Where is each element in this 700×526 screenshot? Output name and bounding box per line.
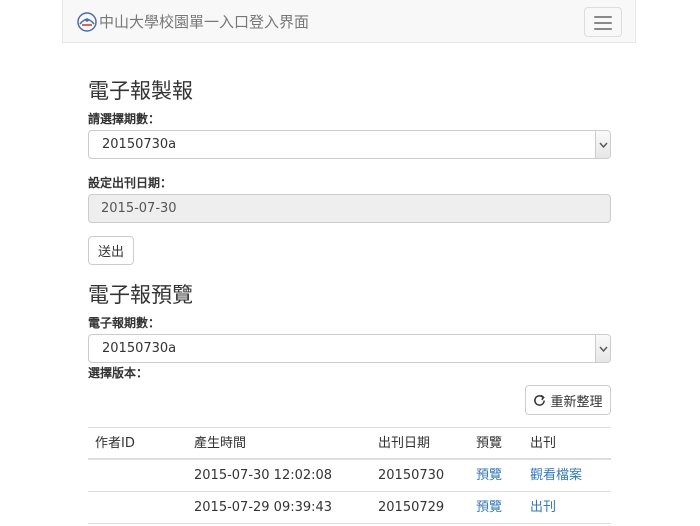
brand[interactable]: 中山大學校園單一入口登入界面: [77, 12, 309, 32]
col-preview-header: 預覽: [476, 436, 503, 451]
preview-link[interactable]: 預覽: [476, 492, 502, 523]
nsysu-logo-icon: [77, 12, 97, 32]
table-header-row: 作者ID 產生時間 出刊日期 預覽 出刊: [88, 428, 611, 460]
navbar-toggle-button[interactable]: [584, 7, 622, 37]
publish-heading: 電子報製報: [88, 79, 193, 103]
col-created-header: 產生時間: [194, 436, 247, 451]
issue-select-value: 20150730a: [102, 137, 177, 152]
view-file-link[interactable]: 觀看檔案: [530, 460, 582, 491]
col-publish-header: 出刊: [530, 436, 557, 451]
table-row: 2015-07-30 12:02:08 20150730 預覽 觀看檔案: [88, 460, 611, 492]
publish-link[interactable]: 出刊: [530, 492, 556, 523]
brand-title: 中山大學校園單一入口登入界面: [99, 13, 310, 31]
refresh-label: 重新整理: [550, 394, 603, 410]
chevron-down-icon[interactable]: [595, 335, 610, 362]
refresh-button[interactable]: 重新整理: [525, 385, 611, 415]
preview-issue-select-value: 20150730a: [102, 341, 177, 356]
preview-issue-label: 電子報期數：: [88, 316, 161, 330]
issue-select[interactable]: 20150730a: [88, 130, 611, 159]
preview-link[interactable]: 預覽: [476, 460, 502, 491]
chevron-down-icon[interactable]: [595, 131, 610, 158]
publish-date-cell: 20150730: [378, 468, 445, 483]
navbar: 中山大學校園單一入口登入界面: [62, 0, 636, 43]
version-label: 選擇版本：: [88, 366, 149, 380]
hamburger-menu-icon-bar: [594, 22, 612, 24]
preview-issue-select[interactable]: 20150730a: [88, 334, 611, 363]
refresh-icon: [534, 394, 546, 406]
issue-select-label: 請選擇期數：: [88, 112, 161, 126]
publish-date-field: 2015-07-30: [88, 194, 611, 223]
versions-table: 作者ID 產生時間 出刊日期 預覽 出刊 2015-07-30 12:02:08…: [88, 427, 611, 524]
col-publish-date-header: 出刊日期: [378, 436, 431, 451]
table-row: 2015-07-29 09:39:43 20150729 預覽 出刊: [88, 492, 611, 524]
publish-date-cell: 20150729: [378, 500, 445, 515]
created-cell: 2015-07-29 09:39:43: [194, 500, 333, 515]
hamburger-menu-icon: [594, 16, 612, 18]
submit-button[interactable]: 送出: [88, 236, 134, 265]
created-cell: 2015-07-30 12:02:08: [194, 468, 333, 483]
hamburger-menu-icon-bar: [594, 28, 612, 30]
col-author-header: 作者ID: [95, 436, 135, 451]
publish-date-label: 設定出刊日期：: [88, 176, 173, 190]
preview-heading: 電子報預覽: [88, 283, 193, 307]
